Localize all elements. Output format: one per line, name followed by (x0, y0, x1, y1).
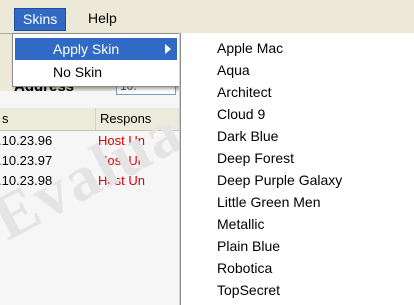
skin-item-topsecret[interactable]: TopSecret (181, 279, 414, 301)
skin-label: TopSecret (217, 282, 281, 298)
menu-item-label: No Skin (53, 64, 103, 80)
skin-item-deep-purple-galaxy[interactable]: Deep Purple Galaxy (181, 169, 414, 191)
skin-label: Cloud 9 (217, 106, 266, 122)
skin-label: Plain Blue (217, 238, 281, 254)
skins-dropdown: Apply Skin No Skin (12, 33, 182, 87)
menu-bar: Skins Help (0, 0, 414, 34)
skin-label: Dark Blue (217, 128, 279, 144)
menu-help[interactable]: Help (80, 8, 125, 29)
skin-item-plain-blue[interactable]: Plain Blue (181, 235, 414, 257)
submenu-arrow-icon (165, 44, 171, 54)
skin-label: Robotica (217, 260, 273, 276)
skin-item-deep-forest[interactable]: Deep Forest (181, 147, 414, 169)
skin-label: Apple Mac (217, 40, 284, 56)
skin-label: Deep Purple Galaxy (217, 172, 343, 188)
skin-item-dark-blue[interactable]: Dark Blue (181, 125, 414, 147)
skin-label: Little Green Men (217, 194, 321, 210)
skin-label: Deep Forest (217, 150, 295, 166)
apply-skin-submenu: Apple Mac Aqua Architect Cloud 9 Dark Bl… (180, 33, 414, 305)
skin-label: Architect (217, 84, 272, 100)
column-header-ip[interactable]: s (0, 108, 96, 130)
skin-item-cloud-9[interactable]: Cloud 9 (181, 103, 414, 125)
skin-label: Metallic (217, 216, 265, 232)
menu-skins[interactable]: Skins (14, 8, 67, 31)
menu-item-label: Apply Skin (53, 41, 120, 57)
skin-item-robotica[interactable]: Robotica (181, 257, 414, 279)
skin-item-aqua[interactable]: Aqua (181, 59, 414, 81)
skin-item-little-green-men[interactable]: Little Green Men (181, 191, 414, 213)
skin-label: Aqua (217, 62, 250, 78)
app-window: Address 10. s Respons .10.23.96 Host Un … (0, 0, 414, 305)
skin-item-metallic[interactable]: Metallic (181, 213, 414, 235)
skin-item-apple-mac[interactable]: Apple Mac (181, 37, 414, 59)
menu-item-apply-skin[interactable]: Apply Skin (15, 38, 177, 60)
menu-item-no-skin[interactable]: No Skin (15, 61, 177, 83)
skin-item-architect[interactable]: Architect (181, 81, 414, 103)
